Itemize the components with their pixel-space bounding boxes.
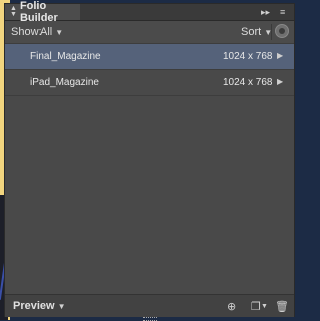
sort-dropdown[interactable]: Sort ▼: [241, 26, 272, 38]
folio-size: 1024 x 768: [223, 77, 273, 88]
folio-row-ipad-magazine[interactable]: iPad_Magazine 1024 x 768 ▶: [5, 70, 294, 96]
panel-tab[interactable]: ▲ ▼ Folio Builder: [5, 0, 80, 24]
folio-size: 1024 x 768: [223, 51, 273, 62]
folio-row-final-magazine[interactable]: Final_Magazine 1024 x 768 ▶: [5, 44, 294, 70]
preview-dropdown[interactable]: Preview ▼: [13, 300, 66, 312]
sort-label: Sort: [241, 26, 262, 38]
folio-name: Final_Magazine: [30, 51, 101, 62]
show-filter-dropdown[interactable]: All ▼: [40, 26, 63, 38]
duplicate-folio-icon[interactable]: ❐: [251, 300, 261, 313]
open-folio-arrow-icon[interactable]: ▶: [277, 77, 283, 86]
panel-menu-icon[interactable]: ≡: [280, 4, 285, 20]
show-label: Show:: [11, 26, 42, 38]
show-filter-value: All: [40, 26, 53, 38]
folio-builder-panel: ▲ ▼ Folio Builder ▸▸ ≡ Show: All ▼ Sort ▼…: [5, 0, 294, 321]
chevron-down-icon: ▼: [57, 302, 66, 311]
open-folio-arrow-icon[interactable]: ▶: [277, 51, 283, 60]
chevron-down-icon: ▼: [55, 28, 64, 37]
panel-tab-updown-icon: ▲ ▼: [10, 5, 17, 18]
panel-footer: Preview ▼ ⊕ ❐ ▼ 🗑: [5, 294, 294, 317]
collapse-panel-icon[interactable]: ▸▸: [261, 4, 270, 20]
toolbar-divider: [271, 24, 272, 40]
settings-gear-icon[interactable]: [275, 24, 289, 38]
duplicate-menu-caret-icon[interactable]: ▼: [261, 303, 268, 310]
panel-title-bar: ▲ ▼ Folio Builder ▸▸ ≡: [5, 0, 294, 24]
folio-list: Final_Magazine 1024 x 768 ▶ iPad_Magazin…: [5, 44, 294, 96]
preview-label: Preview: [13, 300, 55, 312]
folio-name: iPad_Magazine: [30, 77, 99, 88]
folio-toolbar: Show: All ▼ Sort ▼: [5, 21, 294, 44]
trash-icon[interactable]: 🗑: [275, 300, 289, 313]
new-folio-icon[interactable]: ⊕: [227, 300, 236, 313]
resize-grip[interactable]: [143, 317, 157, 321]
